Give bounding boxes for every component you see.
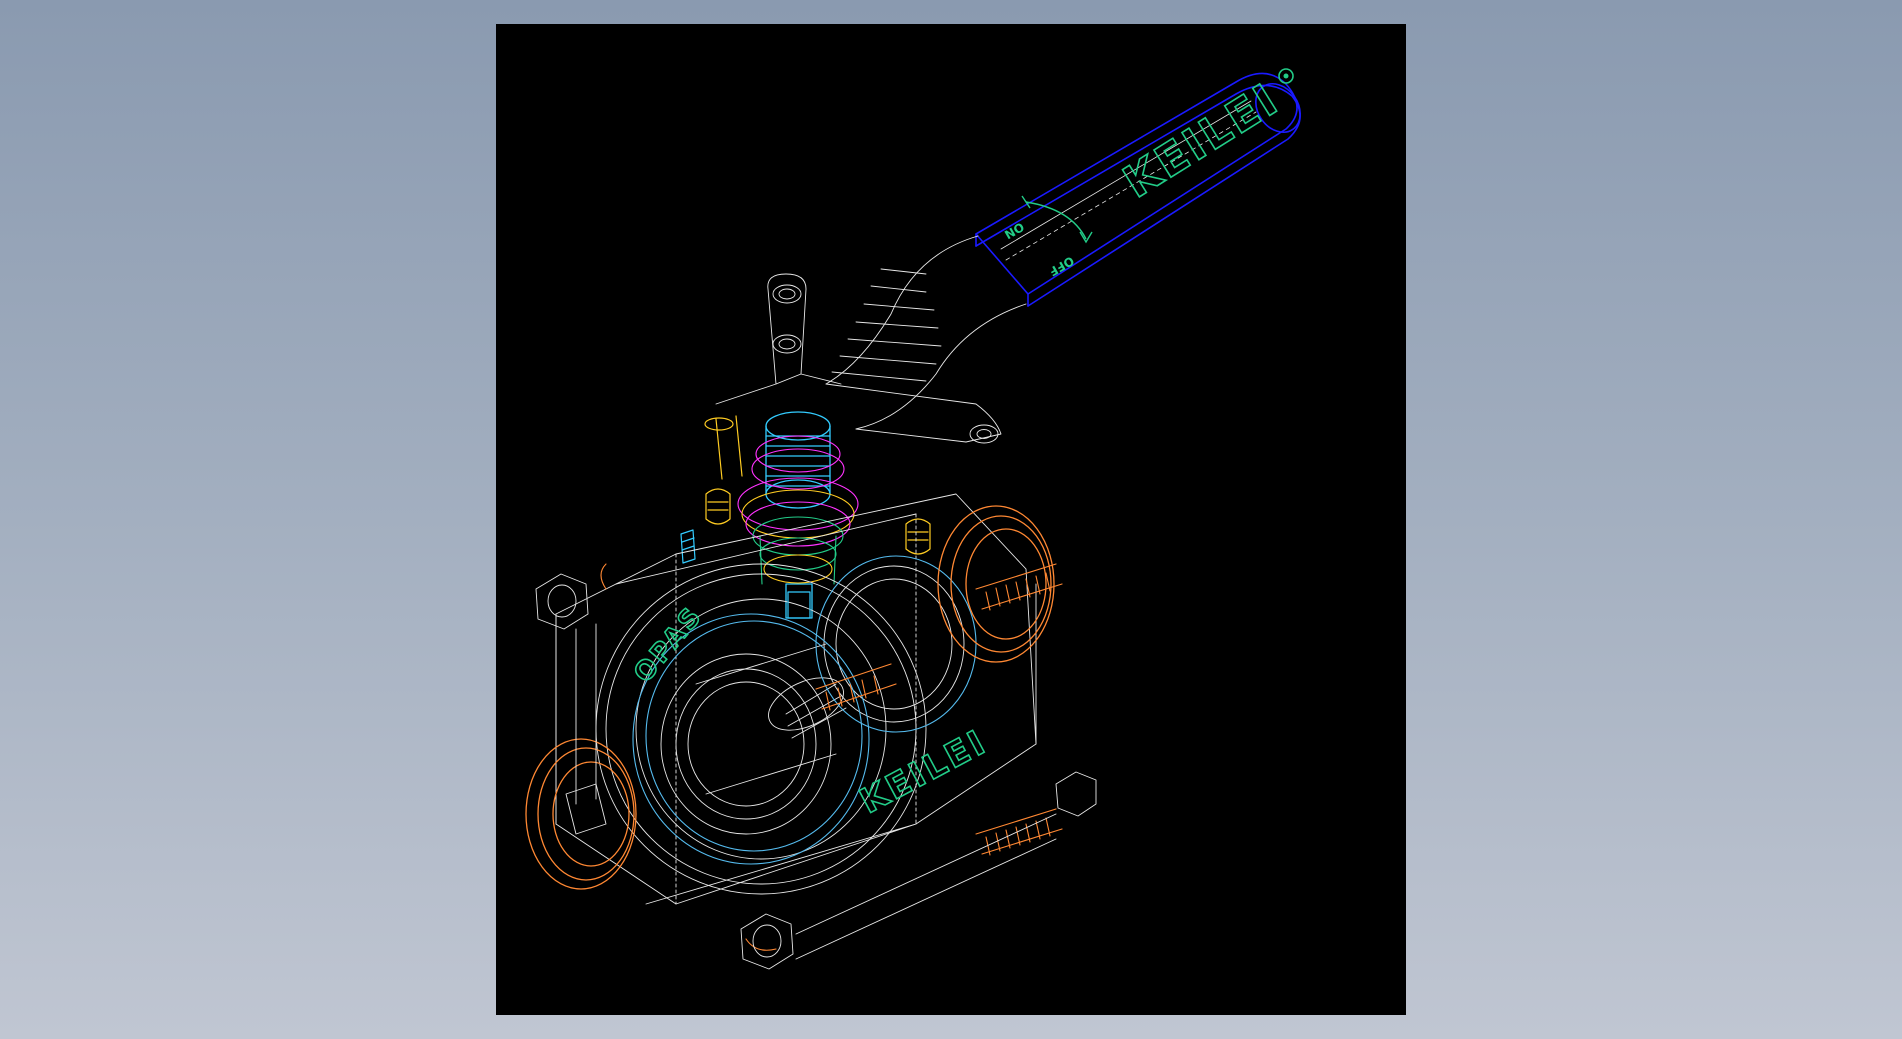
ball-valve-wireframe: KEILEI KEILEI OPAS ON OFF [525, 68, 1301, 970]
cad-viewport[interactable]: KEILEI KEILEI OPAS ON OFF [0, 0, 1902, 1039]
packing-rings [737, 435, 859, 585]
handle-brand-text: KEILEI [1115, 73, 1289, 208]
rotation-arrow-icon [1021, 195, 1093, 244]
bolt-threads-cyan [680, 529, 696, 564]
bolt-heads [535, 573, 1097, 970]
drawing-canvas[interactable]: KEILEI KEILEI OPAS ON OFF [496, 24, 1406, 1015]
end-flange-right [937, 505, 1055, 663]
handle-shank [825, 235, 1027, 444]
handle-off-label: OFF [1046, 253, 1076, 278]
lock-tab [715, 273, 842, 405]
body-brand-text: KEILEI [853, 722, 993, 822]
valve-stem [765, 411, 831, 619]
handle-on-label: ON [1002, 219, 1027, 241]
body-side-text: OPAS [628, 601, 709, 689]
